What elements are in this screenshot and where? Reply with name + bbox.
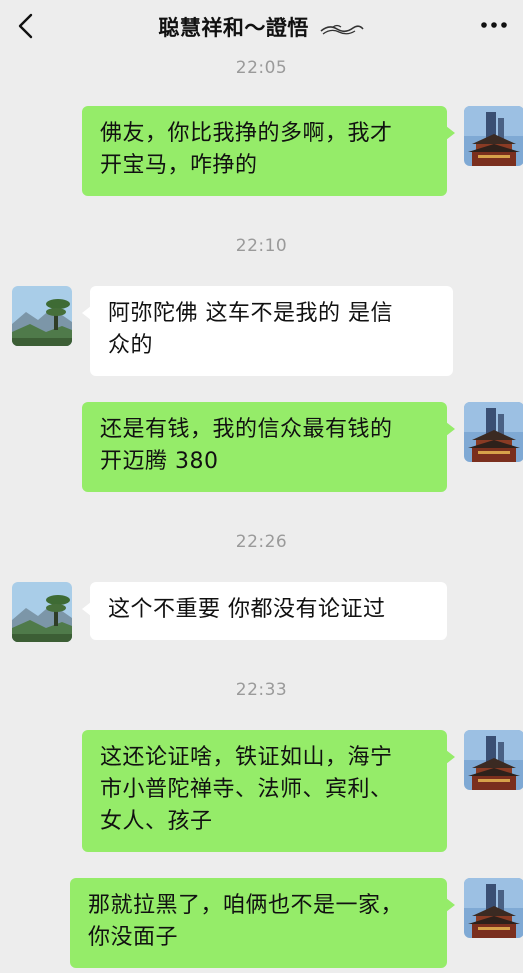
message-bubble-outgoing[interactable]: 还是有钱，我的信众最有钱的 开迈腾 380 bbox=[82, 402, 455, 492]
message-bubble-incoming[interactable]: 阿弥陀佛 这车不是我的 是信 众的 bbox=[82, 286, 453, 376]
chat-header: 聪慧祥和～證悟 bbox=[0, 0, 523, 54]
avatar-self[interactable] bbox=[464, 730, 523, 790]
message-line: 佛友，你比我挣的多啊，我才 bbox=[100, 121, 393, 146]
message-bubble-incoming[interactable]: 这个不重要 你都没有论证过 bbox=[82, 582, 447, 640]
mountain-avatar-icon bbox=[12, 286, 72, 346]
message-line: 阿弥陀佛 这车不是我的 是信 bbox=[108, 301, 393, 326]
temple-avatar-icon bbox=[464, 878, 523, 938]
avatar-self[interactable] bbox=[464, 402, 523, 462]
more-options-button[interactable] bbox=[479, 14, 509, 36]
timestamp: 22:05 bbox=[235, 58, 288, 78]
message-line: 女人、孩子 bbox=[100, 809, 213, 834]
ellipsis-icon bbox=[481, 22, 507, 28]
message-line: 那就拉黑了，咱俩也不是一家， bbox=[88, 893, 404, 918]
message-line: 开宝马，咋挣的 bbox=[100, 153, 258, 178]
chat-title: 聪慧祥和～證悟 bbox=[0, 12, 523, 42]
avatar-self[interactable] bbox=[464, 878, 523, 938]
message-line: 这个不重要 你都没有论证过 bbox=[108, 597, 386, 622]
cloud-swirl-icon bbox=[320, 24, 364, 35]
temple-avatar-icon bbox=[464, 106, 523, 166]
message-line: 你没面子 bbox=[88, 925, 179, 950]
message-line: 市小普陀禅寺、法师、宾利、 bbox=[100, 777, 393, 802]
mountain-avatar-icon bbox=[12, 582, 72, 642]
message-line: 开迈腾 380 bbox=[100, 449, 219, 474]
temple-avatar-icon bbox=[464, 730, 523, 790]
timestamp: 22:10 bbox=[235, 236, 288, 256]
message-bubble-outgoing[interactable]: 佛友，你比我挣的多啊，我才 开宝马，咋挣的 bbox=[82, 106, 455, 196]
message-bubble-outgoing[interactable]: 这还论证啥，铁证如山，海宁 市小普陀禅寺、法师、宾利、 女人、孩子 bbox=[82, 730, 455, 852]
message-line: 众的 bbox=[108, 333, 154, 358]
chat-title-text: 聪慧祥和～證悟 bbox=[158, 16, 309, 40]
message-line: 这还论证啥，铁证如山，海宁 bbox=[100, 745, 393, 770]
temple-avatar-icon bbox=[464, 402, 523, 462]
message-bubble-outgoing[interactable]: 那就拉黑了，咱俩也不是一家， 你没面子 bbox=[70, 878, 455, 968]
timestamp: 22:33 bbox=[235, 680, 288, 700]
timestamp: 22:26 bbox=[235, 532, 288, 552]
avatar-self[interactable] bbox=[464, 106, 523, 166]
message-line: 还是有钱，我的信众最有钱的 bbox=[100, 417, 393, 442]
avatar-contact[interactable] bbox=[12, 286, 72, 346]
avatar-contact[interactable] bbox=[12, 582, 72, 642]
